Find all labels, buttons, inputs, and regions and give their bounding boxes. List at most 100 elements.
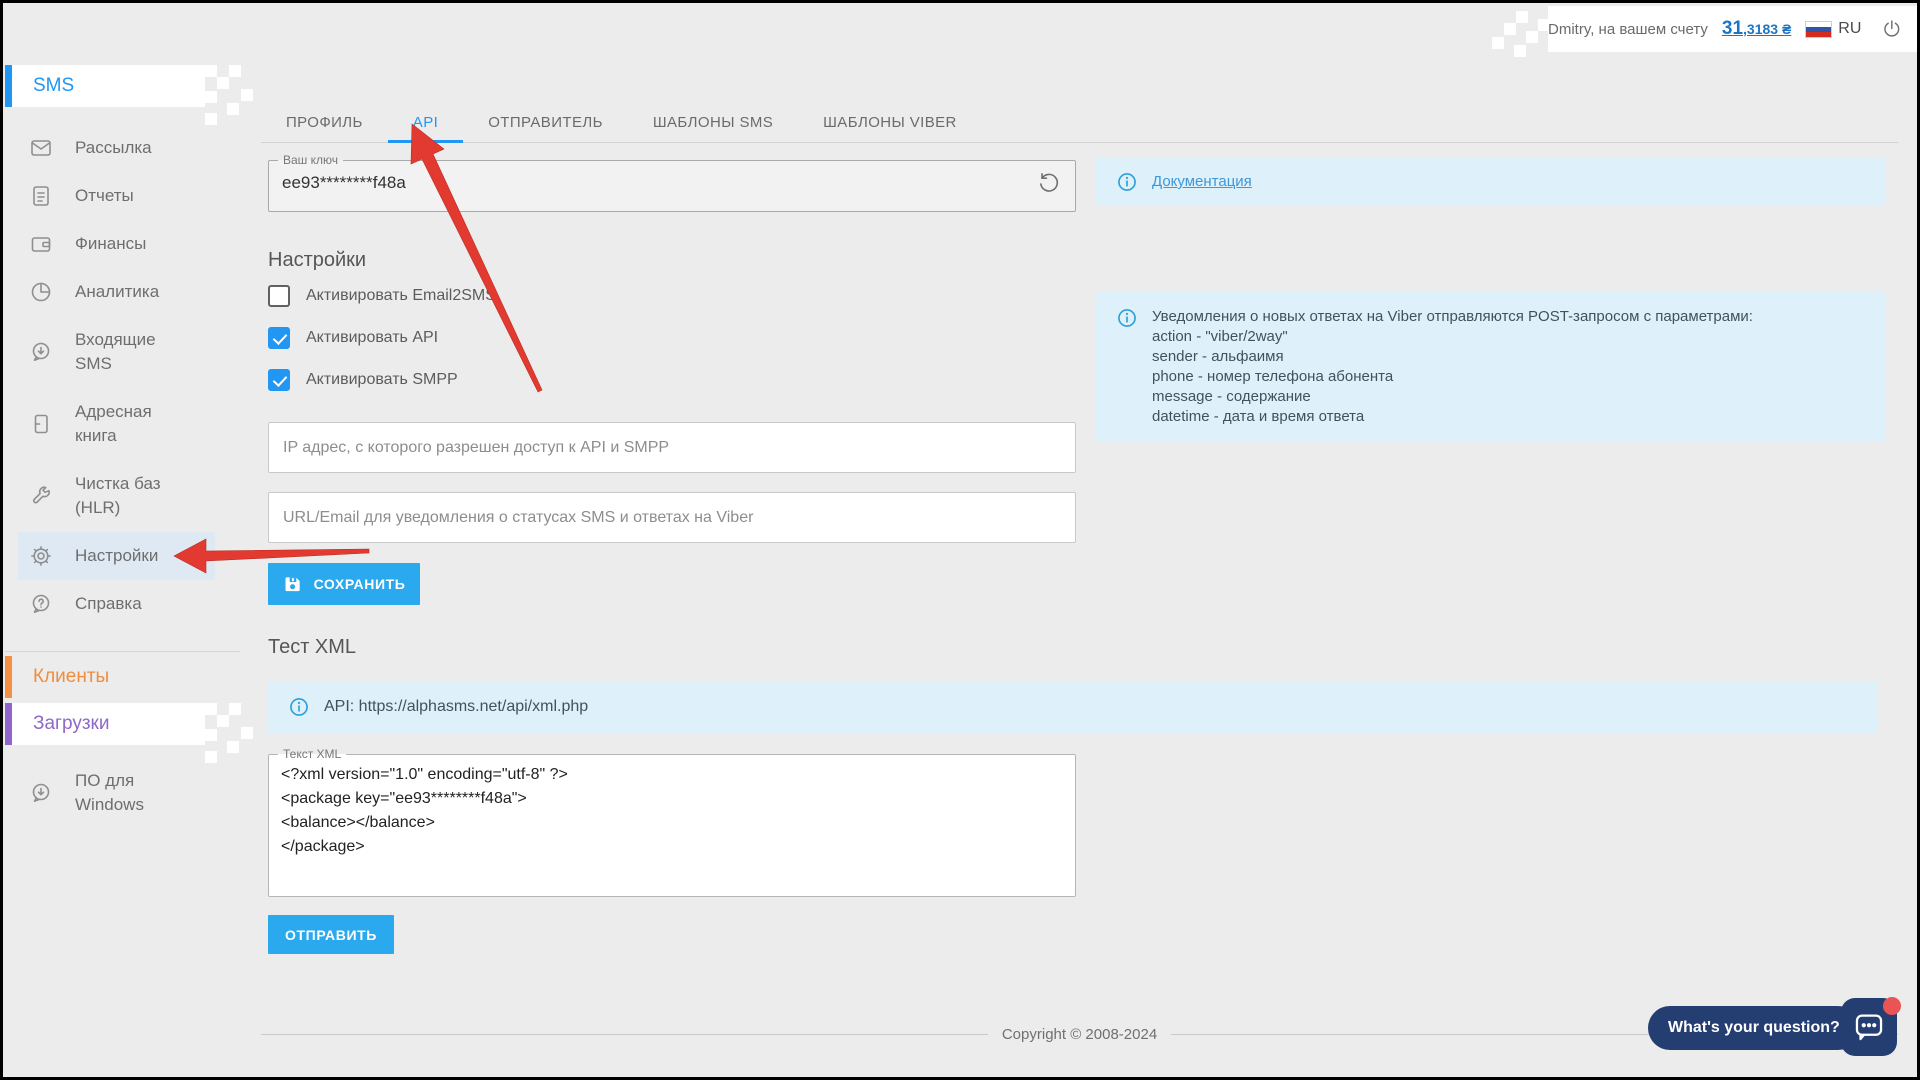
checkbox[interactable] — [268, 327, 290, 349]
checkbox-label: Активировать API — [306, 329, 438, 347]
chat-notification-dot — [1883, 997, 1901, 1015]
checkbox-label: Активировать Email2SMS — [306, 287, 496, 305]
sidebar-divider — [5, 651, 240, 652]
pixel-decoration — [205, 65, 217, 77]
sidebar-item-label: Рассылка — [75, 136, 195, 160]
sidebar-item-label: Адресная книга — [75, 400, 195, 448]
copyright-text: Copyright © 2008-2024 — [988, 1026, 1171, 1043]
sms-service-app: Dmitry, на вашем счету 31,3183 ₴ RU SMS … — [0, 0, 1920, 1080]
tab-2[interactable]: ОТПРАВИТЕЛЬ — [463, 102, 628, 142]
tab-label: ОТПРАВИТЕЛЬ — [488, 114, 603, 131]
balance-integer: 31 — [1722, 18, 1743, 39]
pixel-decoration — [1516, 11, 1528, 23]
chat-question-text: What's your question? — [1668, 1019, 1840, 1037]
balance-link[interactable]: 31,3183 ₴ — [1722, 18, 1791, 40]
report-icon — [29, 184, 53, 208]
address-book-icon — [29, 412, 53, 436]
footer-divider — [261, 1034, 988, 1035]
viber-info-line-5: datetime - дата и время ответа — [1152, 407, 1753, 427]
sidebar-item-6[interactable]: Чистка баз (HLR) — [18, 460, 215, 532]
wallet-icon — [29, 232, 53, 256]
save-icon — [283, 574, 303, 594]
sidebar-section-label: Загрузки — [33, 713, 109, 735]
sidebar-item-1[interactable]: Отчеты — [18, 172, 215, 220]
documentation-box: Документация — [1096, 158, 1886, 205]
downloads-accent-bar — [5, 703, 12, 745]
pixel-decoration — [205, 703, 217, 715]
sidebar-item-7[interactable]: Настройки — [18, 532, 215, 580]
info-icon — [288, 696, 310, 718]
viber-info-line-2: sender - альфаимя — [1152, 347, 1753, 367]
sidebar-item-label: Финансы — [75, 232, 195, 256]
sidebar-section-clients[interactable]: Клиенты — [5, 656, 205, 698]
download-icon — [29, 781, 53, 805]
downloads-item-0[interactable]: ПО для Windows — [18, 757, 215, 829]
viber-info-lines: Уведомления о новых ответах на Viber отп… — [1152, 307, 1753, 441]
envelope-icon — [29, 136, 53, 160]
test-xml-title: Тест XML — [268, 636, 356, 659]
checkbox[interactable] — [268, 285, 290, 307]
gear-icon — [29, 544, 53, 568]
sidebar-item-label: Настройки — [75, 544, 195, 568]
sidebar-menu: Рассылка Отчеты Финансы Аналитика Входящ… — [18, 124, 215, 628]
balance-fraction: ,3183 ₴ — [1743, 21, 1791, 37]
save-button[interactable]: СОХРАНИТЬ — [268, 563, 420, 605]
api-key-label: Ваш ключ — [278, 153, 343, 167]
downloads-menu: ПО для Windows — [18, 757, 215, 829]
viber-info-line-3: phone - номер телефона абонента — [1152, 367, 1753, 387]
sidebar-section-downloads[interactable]: Загрузки — [5, 703, 205, 745]
tab-label: ШАБЛОНЫ SMS — [653, 114, 773, 131]
xml-textarea[interactable]: <?xml version="1.0" encoding="utf-8" ?> … — [269, 761, 1075, 873]
viber-info-box: Уведомления о новых ответах на Viber отп… — [1096, 292, 1886, 441]
tab-4[interactable]: ШАБЛОНЫ VIBER — [798, 102, 982, 142]
api-url-text: API: https://alphasms.net/api/xml.php — [324, 698, 588, 716]
sidebar-section-sms[interactable]: SMS — [5, 65, 205, 107]
info-icon — [1116, 307, 1138, 329]
sidebar-item-label: Чистка баз (HLR) — [75, 472, 195, 520]
checkbox[interactable] — [268, 369, 290, 391]
send-button-label: ОТПРАВИТЬ — [285, 927, 377, 943]
xml-text-field: Текст XML <?xml version="1.0" encoding="… — [268, 747, 1076, 897]
notify-url-input[interactable] — [268, 492, 1076, 543]
tab-label: ШАБЛОНЫ VIBER — [823, 114, 957, 131]
settings-checkboxes: Активировать Email2SMS Активировать API … — [268, 284, 496, 410]
api-url-box: API: https://alphasms.net/api/xml.php — [268, 681, 1878, 733]
language-selector[interactable]: RU — [1805, 20, 1861, 38]
viber-info-line-4: message - содержание — [1152, 387, 1753, 407]
api-key-field: Ваш ключ ee93********f48a — [268, 153, 1076, 212]
tab-label: ПРОФИЛЬ — [286, 114, 363, 131]
sidebar-item-label: Входящие SMS — [75, 328, 195, 376]
sidebar-item-4[interactable]: Входящие SMS — [18, 316, 215, 388]
sidebar-item-5[interactable]: Адресная книга — [18, 388, 215, 460]
tab-3[interactable]: ШАБЛОНЫ SMS — [628, 102, 798, 142]
checkbox-row-0[interactable]: Активировать Email2SMS — [268, 284, 496, 308]
sidebar-section-label: SMS — [33, 75, 74, 97]
settings-title: Настройки — [268, 249, 366, 272]
account-greeting: Dmitry, на вашем счету — [1548, 21, 1708, 38]
account-header: Dmitry, на вашем счету 31,3183 ₴ RU — [1548, 6, 1917, 52]
send-button[interactable]: ОТПРАВИТЬ — [268, 915, 394, 954]
api-key-value: ee93********f48a — [282, 173, 1037, 193]
sidebar-item-2[interactable]: Финансы — [18, 220, 215, 268]
logout-power-icon[interactable] — [1881, 16, 1903, 42]
sidebar-item-label: Справка — [75, 592, 195, 616]
sidebar-item-3[interactable]: Аналитика — [18, 268, 215, 316]
ip-address-input[interactable] — [268, 422, 1076, 473]
checkbox-label: Активировать SMPP — [306, 371, 458, 389]
tab-1[interactable]: API — [388, 102, 463, 142]
checkbox-row-1[interactable]: Активировать API — [268, 326, 496, 350]
chat-icon — [1852, 1010, 1886, 1044]
save-button-label: СОХРАНИТЬ — [314, 576, 406, 592]
regenerate-key-icon[interactable] — [1037, 171, 1061, 195]
checkbox-row-2[interactable]: Активировать SMPP — [268, 368, 496, 392]
clients-accent-bar — [5, 656, 12, 698]
incoming-sms-icon — [29, 340, 53, 364]
language-code: RU — [1838, 20, 1861, 38]
tab-0[interactable]: ПРОФИЛЬ — [261, 102, 388, 142]
sidebar-item-8[interactable]: Справка — [18, 580, 215, 628]
sidebar-item-0[interactable]: Рассылка — [18, 124, 215, 172]
downloads-item-label: ПО для Windows — [75, 769, 195, 817]
tab-label: API — [413, 114, 438, 131]
documentation-link[interactable]: Документация — [1152, 173, 1252, 190]
chat-question-bubble[interactable]: What's your question? — [1648, 1006, 1860, 1050]
